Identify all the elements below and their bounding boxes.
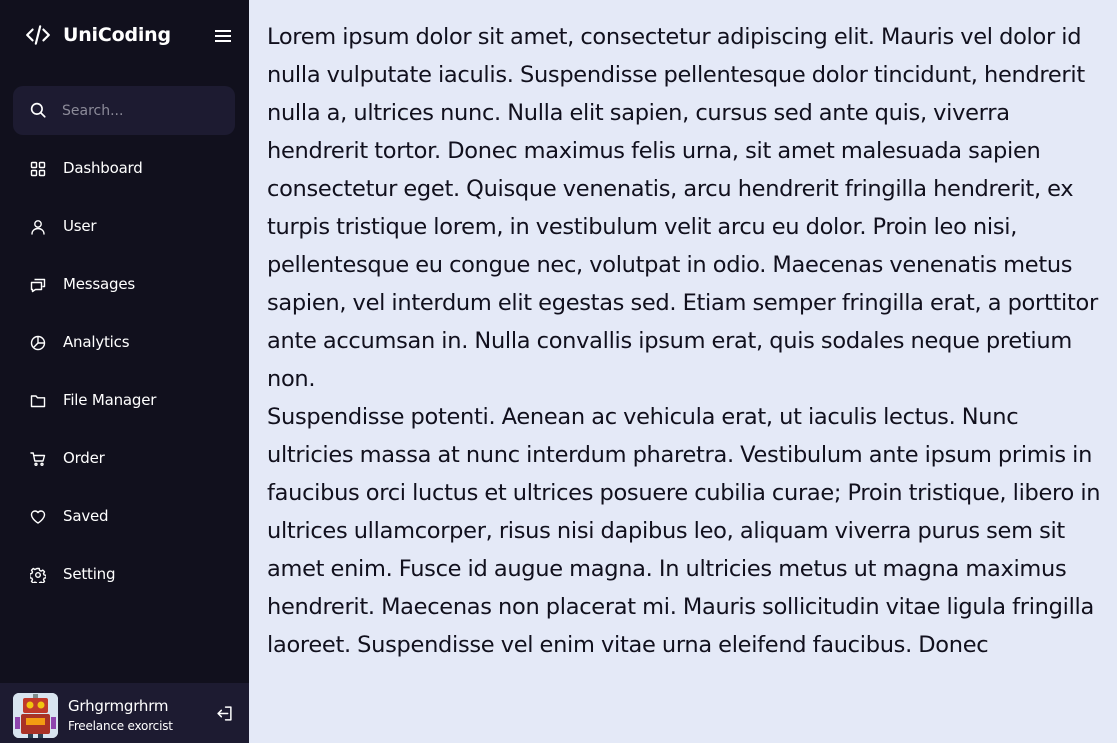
sidebar: UniCoding Dash	[0, 0, 249, 743]
chat-icon	[30, 277, 46, 293]
sidebar-item-label: Messages	[63, 275, 135, 293]
sidebar-item-setting[interactable]: Setting	[0, 546, 249, 604]
sidebar-item-messages[interactable]: Messages	[0, 256, 249, 314]
sidebar-item-label: Saved	[63, 507, 109, 525]
search-icon[interactable]	[29, 101, 47, 123]
profile-name: Grhgrmgrhrm	[68, 697, 169, 715]
avatar	[13, 693, 58, 738]
heart-icon	[30, 509, 46, 525]
body-paragraph: Suspendisse potenti. Aenean ac vehicula …	[267, 404, 1101, 658]
sidebar-nav: Dashboard User Messages Analytics File M…	[0, 140, 249, 604]
menu-icon	[215, 30, 231, 42]
sidebar-item-saved[interactable]: Saved	[0, 488, 249, 546]
app-name: UniCoding	[63, 24, 171, 46]
grid-icon	[30, 161, 46, 177]
logo: UniCoding	[25, 22, 171, 48]
sidebar-item-label: File Manager	[63, 391, 157, 409]
cart-icon	[30, 451, 46, 467]
gear-icon	[29, 567, 47, 586]
search-input[interactable]	[62, 86, 227, 135]
folder-icon	[30, 393, 46, 409]
sidebar-item-analytics[interactable]: Analytics	[0, 314, 249, 372]
sidebar-item-label: Analytics	[63, 333, 130, 351]
profile-job: Freelance exorcist	[68, 719, 173, 733]
sidebar-item-label: Dashboard	[63, 159, 143, 177]
sidebar-item-dashboard[interactable]: Dashboard	[0, 140, 249, 198]
search-box[interactable]	[13, 86, 235, 135]
sidebar-item-user[interactable]: User	[0, 198, 249, 256]
sidebar-item-label: Setting	[63, 565, 116, 583]
main-content: Lorem ipsum dolor sit amet, consectetur …	[249, 0, 1117, 743]
sidebar-item-label: Order	[63, 449, 105, 467]
sidebar-item-order[interactable]: Order	[0, 430, 249, 488]
code-icon	[25, 22, 51, 48]
user-icon	[30, 219, 46, 235]
sidebar-item-label: User	[63, 217, 97, 235]
pie-chart-icon	[30, 335, 46, 351]
menu-toggle-button[interactable]	[215, 28, 231, 42]
profile-section: Grhgrmgrhrm Freelance exorcist	[0, 683, 249, 743]
logout-button[interactable]	[216, 705, 233, 722]
sidebar-item-file-manager[interactable]: File Manager	[0, 372, 249, 430]
logout-icon	[217, 706, 232, 721]
body-paragraph: Lorem ipsum dolor sit amet, consectetur …	[267, 24, 1098, 392]
